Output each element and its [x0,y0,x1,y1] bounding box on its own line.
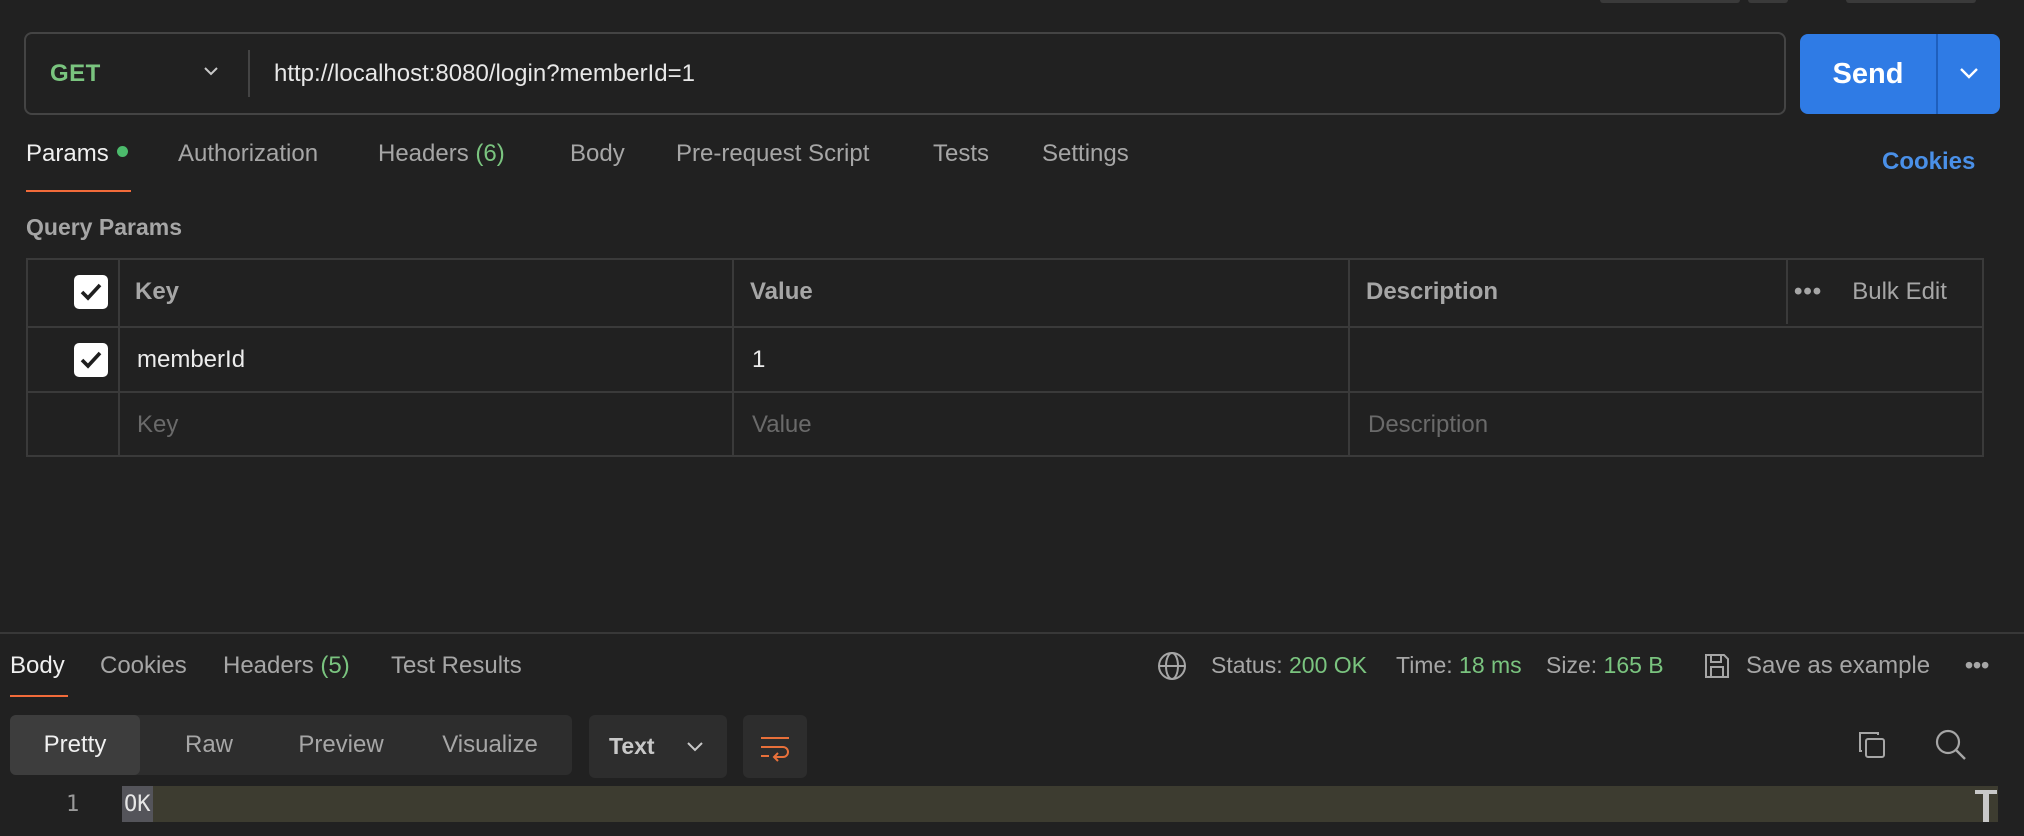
cookies-link[interactable]: Cookies [1882,148,1975,176]
check-icon [80,351,102,369]
response-active-tab-underline [10,695,68,697]
check-icon [80,283,102,301]
wrap-lines-button[interactable] [743,715,807,778]
response-more-icon[interactable]: ••• [1965,652,1989,679]
chevron-down-icon[interactable] [1958,62,1980,84]
language-select[interactable]: Text [589,715,727,778]
top-toolbar-edge [1600,0,1740,3]
params-active-dot [116,146,128,158]
url-divider [248,50,250,97]
search-icon[interactable] [1934,728,1968,762]
current-line-highlight [122,786,1998,822]
size-value: 165 B [1603,652,1664,678]
headers-count: (6) [475,140,505,167]
response-tab-body[interactable]: Body [10,652,65,680]
tab-tests[interactable]: Tests [933,140,989,196]
status-value: 200 OK [1289,652,1367,678]
time-value: 18 ms [1459,652,1522,678]
active-tab-underline [26,190,131,192]
response-divider [0,632,2024,634]
tab-settings[interactable]: Settings [1042,140,1129,196]
param-key-cell[interactable]: memberId [137,328,245,392]
tab-authorization[interactable]: Authorization [178,140,318,196]
response-size[interactable]: Size: 165 B [1546,652,1664,679]
url-input[interactable]: http://localhost:8080/login?memberId=1 [274,34,695,113]
column-header-value: Value [750,278,813,305]
format-preview-button[interactable]: Preview [272,715,410,775]
param-description-cell[interactable] [1366,328,1976,392]
line-number: 1 [66,791,80,817]
tab-body[interactable]: Body [570,140,625,196]
send-button-group: Send [1800,34,2000,114]
more-options-icon[interactable]: ••• [1794,278,1822,306]
response-body-text[interactable]: OK [122,786,153,822]
column-header-description: Description [1366,278,1499,305]
format-pretty-button[interactable]: Pretty [10,715,140,775]
column-header-key: Key [135,278,180,305]
format-raw-button[interactable]: Raw [140,715,278,775]
send-split-divider [1936,34,1938,114]
copy-icon[interactable] [1856,729,1888,761]
new-description-input[interactable]: Description [1368,393,1488,457]
response-code-line: 1 OK [0,786,2024,822]
response-tab-cookies[interactable]: Cookies [100,652,187,680]
format-visualize-button[interactable]: Visualize [414,715,566,775]
response-time[interactable]: Time: 18 ms [1396,652,1522,679]
tab-pre-request-script[interactable]: Pre-request Script [676,140,869,196]
format-toggle-group: Pretty Raw Preview Visualize [10,715,572,775]
tab-headers[interactable]: Headers (6) [378,140,505,196]
new-value-input[interactable]: Value [752,393,812,457]
method-select[interactable]: GET [26,34,248,113]
method-label: GET [50,59,101,87]
new-key-input[interactable]: Key [137,393,178,457]
response-tab-test-results[interactable]: Test Results [391,652,522,680]
chevron-down-icon [204,67,218,76]
top-toolbar-edge [1846,0,1976,3]
top-toolbar-edge [1748,0,1788,3]
globe-icon[interactable] [1156,650,1188,682]
save-icon [1705,654,1729,678]
chevron-down-icon [687,742,703,752]
wrap-lines-icon [761,737,789,762]
response-status[interactable]: Status: 200 OK [1211,652,1367,679]
select-all-checkbox[interactable] [74,275,108,309]
table-row: memberId 1 [28,326,1982,390]
response-tab-headers[interactable]: Headers (5) [223,652,350,680]
tab-params[interactable]: Params [26,140,128,196]
save-as-example-button[interactable]: Save as example [1746,652,1930,680]
query-params-table: Key Value Description ••• Bulk Edit memb… [26,258,1984,457]
request-url-bar: GET http://localhost:8080/login?memberId… [24,32,1786,115]
table-header-row: Key Value Description ••• Bulk Edit [28,260,1982,324]
send-button[interactable]: Send [1800,34,1936,114]
query-params-title: Query Params [26,214,182,240]
param-value-cell[interactable]: 1 [752,328,765,392]
text-cursor-icon [1974,786,1998,822]
row-enabled-checkbox[interactable] [74,343,108,377]
bulk-edit-button[interactable]: Bulk Edit [1852,278,1947,306]
bulk-edit-area: ••• Bulk Edit [1786,260,1947,324]
table-row-empty: Key Value Description [28,391,1982,455]
response-headers-count: (5) [320,652,350,679]
